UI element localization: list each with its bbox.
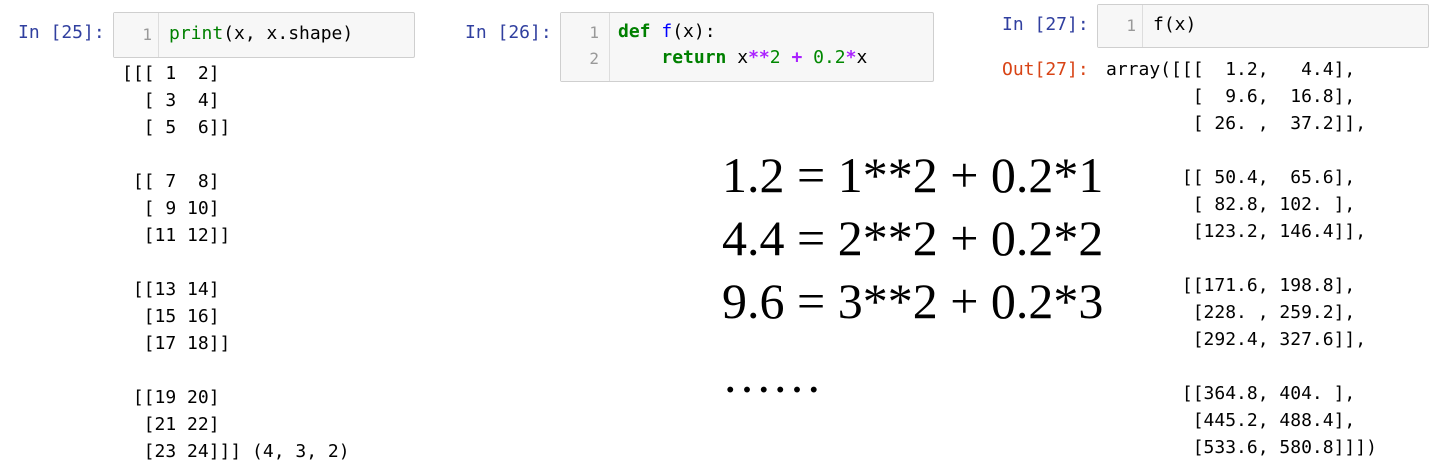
line-number: 1 <box>142 25 152 44</box>
keyword-def: def <box>618 21 651 42</box>
literal: 2 <box>769 47 792 68</box>
line-gutter: 1 <box>1098 5 1143 47</box>
line-number: 2 <box>589 49 599 68</box>
out-prompt-27: Out[27]: <box>1002 59 1089 80</box>
keyword-return: return <box>661 47 727 68</box>
line-gutter: 1 2 <box>561 13 610 81</box>
cell-25-output: [[[ 1 2] [ 3 4] [ 5 6]] [[ 7 8] [ 9 10] … <box>122 63 350 462</box>
expr-part: x <box>856 47 868 68</box>
expr-part: x <box>726 47 749 68</box>
code-line-1[interactable]: def f(x): <box>618 21 716 42</box>
annotation-ellipsis: …… <box>722 347 822 403</box>
in-prompt-26: In [26]: <box>465 22 552 43</box>
code-cell-25[interactable]: 1 print(x, x.shape) <box>113 12 415 58</box>
in-prompt-27: In [27]: <box>1002 14 1089 35</box>
line-gutter: 1 <box>114 13 159 57</box>
function-name: f <box>661 21 673 42</box>
code-cell-26[interactable]: 1 2 def f(x): return x**2 + 0.2*x <box>560 12 934 82</box>
code-line[interactable]: f(x) <box>1153 14 1196 35</box>
call-args: (x, x.shape) <box>223 23 354 44</box>
params: (x): <box>672 21 716 42</box>
code-line-2[interactable]: return x**2 + 0.2*x <box>618 47 867 68</box>
annotation-line-1: 1.2 = 1**2 + 0.2*1 <box>722 147 1104 203</box>
literal: 0.2 <box>802 47 846 68</box>
annotation-line-3: 9.6 = 3**2 + 0.2*3 <box>722 273 1104 329</box>
annotation-line-2: 4.4 = 2**2 + 0.2*2 <box>722 210 1104 266</box>
operator-power: ** <box>748 47 770 68</box>
builtin-print: print <box>169 23 224 44</box>
in-prompt-25: In [25]: <box>18 22 105 43</box>
line-number: 1 <box>1126 16 1136 35</box>
line-number: 1 <box>589 23 599 42</box>
operator-plus: + <box>791 47 803 68</box>
operator-mul: * <box>845 47 857 68</box>
code-line[interactable]: print(x, x.shape) <box>169 23 353 44</box>
cell-27-output: array([[[ 1.2, 4.4], [ 9.6, 16.8], [ 26.… <box>1106 59 1377 458</box>
code-cell-27[interactable]: 1 f(x) <box>1097 4 1429 48</box>
